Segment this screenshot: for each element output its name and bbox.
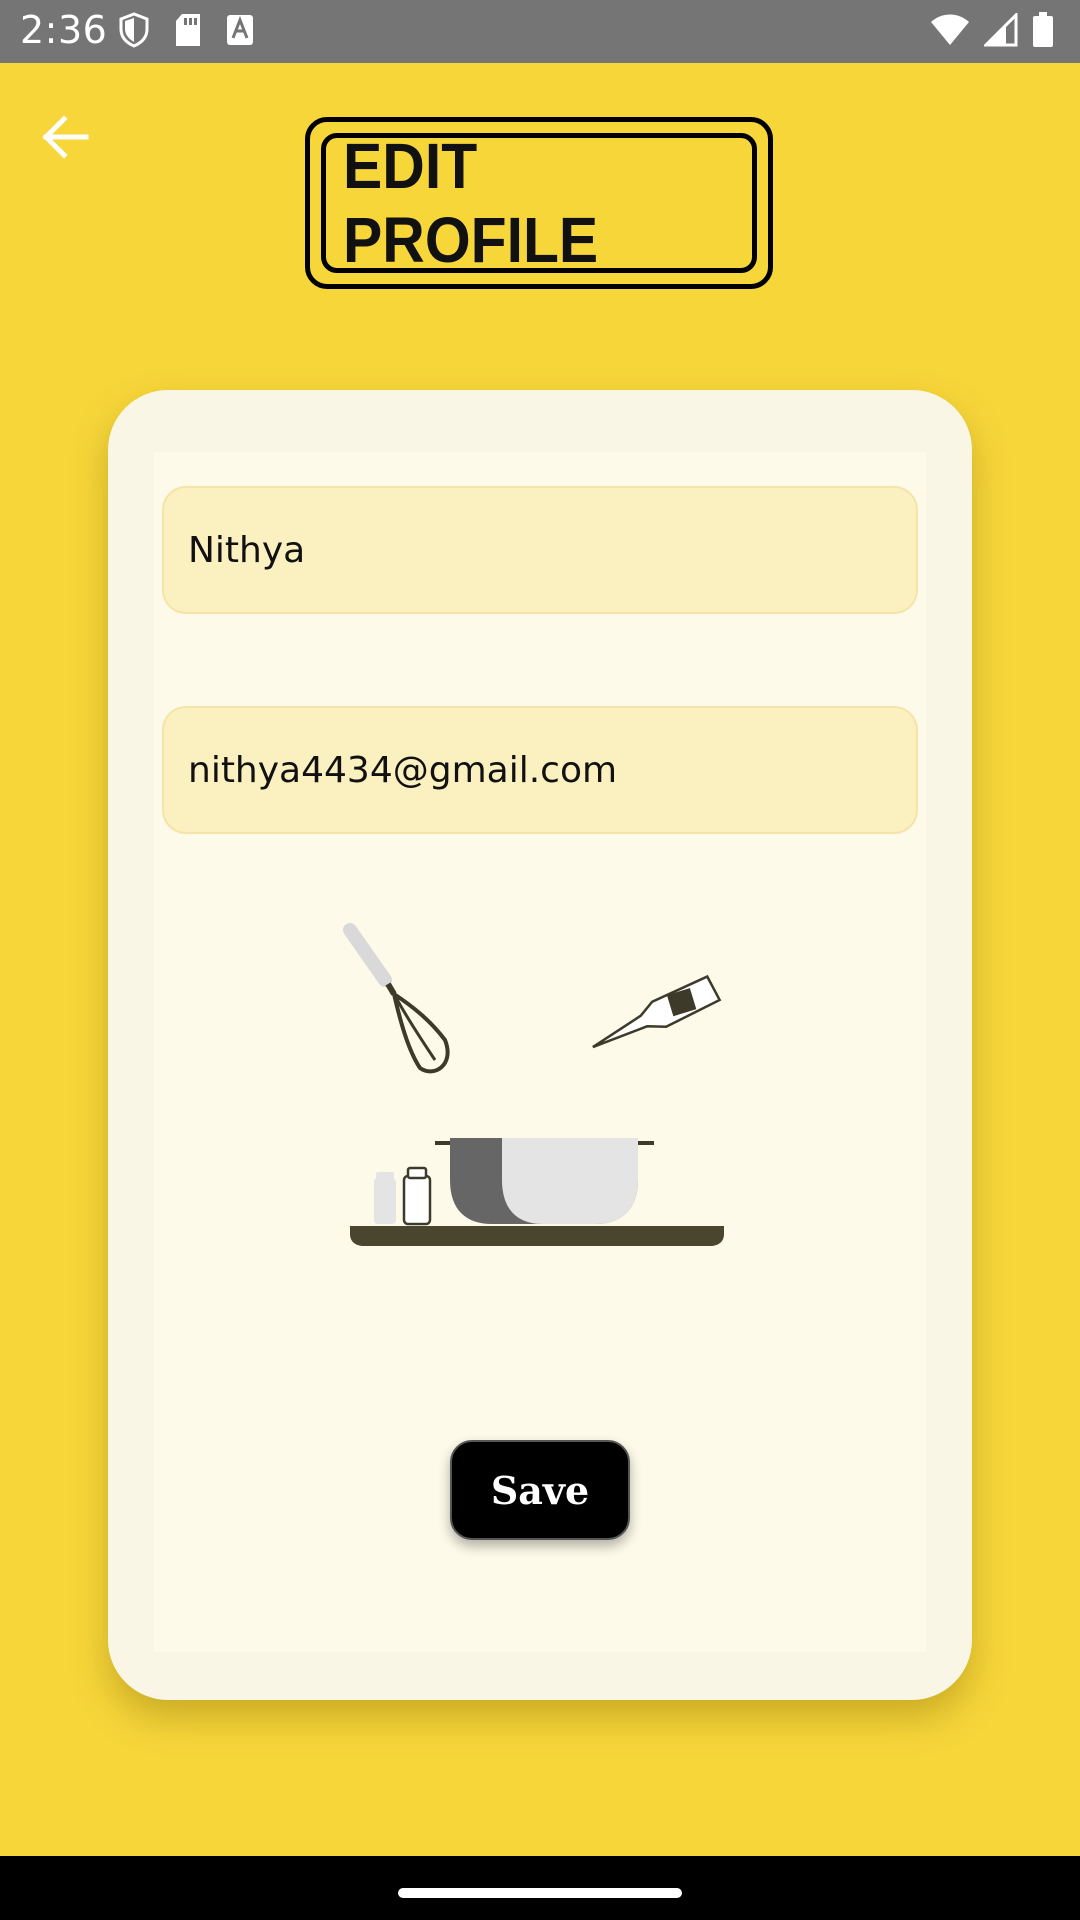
save-button[interactable]: Save <box>450 1440 630 1540</box>
page-title: EDIT PROFILE <box>343 130 599 276</box>
email-field[interactable]: nithya4434@gmail.com <box>162 706 918 834</box>
shield-icon <box>119 12 149 48</box>
salt-shaker-icon <box>374 1172 396 1224</box>
status-bar: 2:36 <box>0 0 1080 63</box>
status-time: 2:36 <box>20 8 108 52</box>
thermometer-icon <box>592 974 722 1049</box>
cellular-signal-icon <box>984 13 1018 47</box>
page-title-frame: EDIT PROFILE <box>305 117 773 289</box>
navigation-bar <box>0 1856 1080 1920</box>
sd-card-icon <box>176 14 200 46</box>
back-button[interactable] <box>40 112 100 162</box>
name-field[interactable]: Nithya <box>162 486 918 614</box>
home-indicator[interactable] <box>398 1888 682 1898</box>
arrow-left-icon <box>42 115 89 159</box>
battery-icon <box>1033 12 1053 47</box>
pot-icon <box>435 1138 654 1224</box>
shelf <box>350 1226 724 1246</box>
cooking-utensils-illustration <box>343 923 724 1246</box>
pepper-shaker-icon <box>402 1166 432 1226</box>
whisk-icon <box>343 923 450 1074</box>
wifi-icon <box>931 14 969 45</box>
font-a-icon <box>227 15 253 45</box>
